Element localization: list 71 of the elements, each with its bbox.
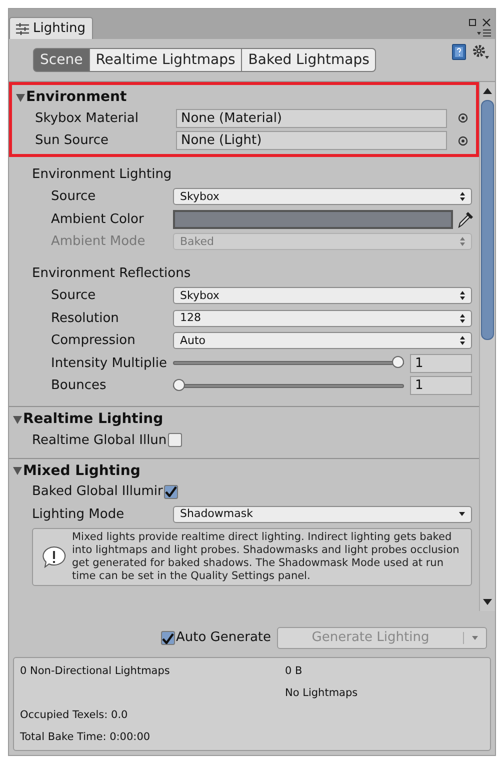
dropdown[interactable]: Shadowmask — [173, 506, 472, 523]
caret-icon — [459, 512, 465, 516]
close-icon[interactable] — [482, 18, 491, 27]
field-label: Compression — [51, 332, 136, 350]
field-label: Lighting Mode — [32, 506, 126, 524]
scroll-down-icon[interactable] — [483, 599, 492, 605]
field-label: Ambient Color — [51, 210, 145, 228]
scroll-thumb[interactable] — [481, 100, 494, 340]
popup-arrows-icon — [460, 237, 465, 246]
number-field[interactable]: 1 — [410, 354, 472, 373]
maximize-icon[interactable] — [469, 19, 476, 26]
popup-arrows-icon — [460, 336, 465, 346]
disclosure-triangle-icon[interactable] — [13, 466, 22, 475]
dropdown[interactable]: Auto — [173, 332, 472, 350]
scroll-up-icon[interactable] — [483, 88, 492, 94]
check-icon — [164, 486, 177, 498]
dropdown[interactable]: Skybox — [173, 287, 472, 304]
caret-icon — [472, 636, 478, 640]
tab[interactable]: Scene — [33, 48, 90, 72]
target-icon[interactable] — [458, 113, 468, 124]
info-bubble-icon — [41, 545, 66, 568]
field-label: Baked Global Illumir — [32, 483, 163, 501]
stat-text: No Lightmaps — [285, 686, 358, 701]
popup-arrows-icon — [460, 192, 465, 202]
stat-text: Occupied Texels: 0.0 — [20, 708, 129, 723]
dropdown[interactable]: Skybox — [173, 188, 472, 206]
help-text: Mixed lights provide realtime direct lighting. Indirect lighting gets baked into lightmaps and light probes. Shadowmasks and light probes occlusion get generated for baked shadows. The Shadowmask Mode used at run time can be set in the Quality Settings panel. — [72, 530, 460, 582]
slider-thumb[interactable] — [392, 356, 404, 368]
checkbox[interactable] — [168, 433, 182, 448]
section-title[interactable]: Mixed Lighting — [23, 462, 140, 478]
field-label: Bounces — [51, 377, 108, 395]
stat-text: Total Bake Time: 0:00:00 — [20, 730, 152, 745]
checkbox[interactable] — [164, 484, 178, 499]
scrollbar[interactable] — [479, 82, 495, 611]
field-label: Source — [51, 188, 97, 206]
field-label: Sun Source — [35, 132, 110, 150]
color-swatch[interactable] — [173, 210, 453, 229]
section-title[interactable]: Environment — [26, 89, 127, 105]
stat-text: 0 Non-Directional Lightmaps — [20, 664, 171, 679]
checkbox-label: Auto Generate — [176, 629, 271, 648]
field-label: Resolution — [51, 310, 120, 328]
disclosure-triangle-icon[interactable] — [13, 414, 22, 424]
field-label: Intensity Multiplie — [51, 354, 168, 372]
field-label: Ambient Mode — [51, 233, 146, 251]
object-field[interactable]: None (Light) — [176, 131, 447, 150]
field-label: Environment Reflections — [32, 264, 191, 282]
target-icon[interactable] — [458, 136, 468, 146]
dropdown[interactable]: 128 — [173, 310, 472, 327]
field-label: Source — [51, 287, 97, 305]
tab[interactable]: Realtime Lightmaps — [90, 48, 242, 72]
tab[interactable]: Baked Lightmaps — [242, 48, 376, 72]
field-label: Realtime Global Illun — [32, 432, 167, 450]
window-tab[interactable]: Lighting — [9, 17, 93, 39]
help-book-icon[interactable] — [452, 44, 466, 60]
eyedropper-icon[interactable] — [457, 210, 474, 228]
menu-icon[interactable] — [477, 29, 491, 37]
slider-thumb[interactable] — [173, 378, 185, 391]
disclosure-triangle-icon[interactable] — [16, 92, 25, 102]
section-title[interactable]: Realtime Lighting — [23, 411, 164, 427]
checkbox[interactable] — [160, 631, 175, 645]
settings-icon[interactable] — [472, 44, 489, 60]
stat-text: 0 B — [285, 664, 302, 679]
field-label: Skybox Material — [35, 110, 140, 128]
tab-title: Lighting — [33, 20, 86, 38]
number-field[interactable]: 1 — [410, 376, 472, 396]
popup-arrows-icon — [460, 314, 465, 323]
object-field[interactable]: None (Material) — [176, 108, 447, 128]
sliders-icon — [16, 22, 29, 34]
popup-arrows-icon — [460, 291, 465, 300]
check-icon — [162, 632, 174, 644]
field-label: Environment Lighting — [32, 166, 172, 184]
